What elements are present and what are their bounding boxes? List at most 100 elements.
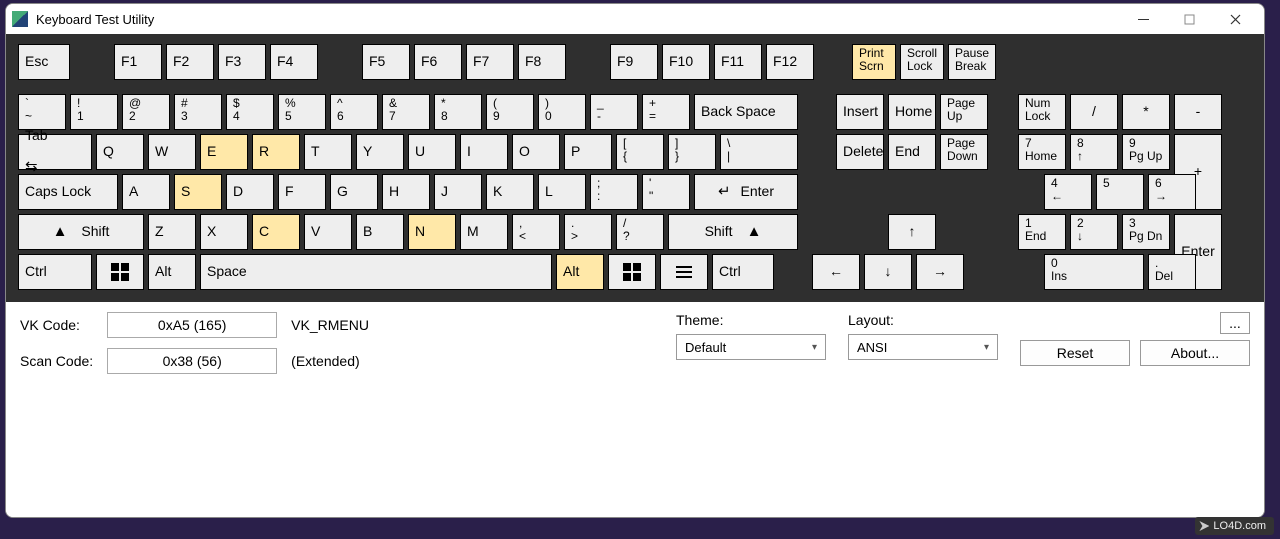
key-w[interactable]: W [148,134,196,170]
key-ctrl-right[interactable]: Ctrl [712,254,774,290]
key-u[interactable]: U [408,134,456,170]
key-print-screen[interactable]: PrintScrn [852,44,896,80]
key-f5[interactable]: F5 [362,44,410,80]
key-2[interactable]: @2 [122,94,170,130]
key-3[interactable]: #3 [174,94,222,130]
key-win-left[interactable] [96,254,144,290]
key-minus[interactable]: _- [590,94,638,130]
key-tab[interactable]: Tab ⇆ [18,134,92,170]
key-arrow-down[interactable]: ↓ [864,254,912,290]
key-f6[interactable]: F6 [414,44,462,80]
key-f3[interactable]: F3 [218,44,266,80]
key-arrow-right[interactable]: → [916,254,964,290]
key-delete[interactable]: Delete [836,134,884,170]
key-slash[interactable]: /? [616,214,664,250]
key-num-7[interactable]: 7Home [1018,134,1066,170]
key-e[interactable]: E [200,134,248,170]
key-shift-right[interactable]: Shift▲ [668,214,798,250]
key-num-9[interactable]: 9Pg Up [1122,134,1170,170]
key-j[interactable]: J [434,174,482,210]
key-f[interactable]: F [278,174,326,210]
key-f7[interactable]: F7 [466,44,514,80]
key-5[interactable]: %5 [278,94,326,130]
key-m[interactable]: M [460,214,508,250]
key-s[interactable]: S [174,174,222,210]
key-arrow-up[interactable]: ↑ [888,214,936,250]
about-button[interactable]: About... [1140,340,1250,366]
key-c[interactable]: C [252,214,300,250]
key-y[interactable]: Y [356,134,404,170]
key-num-0[interactable]: 0Ins [1044,254,1144,290]
theme-select[interactable]: Default ▾ [676,334,826,360]
key-f12[interactable]: F12 [766,44,814,80]
reset-button[interactable]: Reset [1020,340,1130,366]
key-pause-break[interactable]: PauseBreak [948,44,996,80]
close-button[interactable] [1212,5,1258,33]
key-insert[interactable]: Insert [836,94,884,130]
key-enter[interactable]: ↵Enter [694,174,798,210]
key-page-down[interactable]: PageDown [940,134,988,170]
key-z[interactable]: Z [148,214,196,250]
key-backslash[interactable]: \| [720,134,798,170]
key-num-multiply[interactable]: * [1122,94,1170,130]
key-f10[interactable]: F10 [662,44,710,80]
key-f1[interactable]: F1 [114,44,162,80]
key-arrow-left[interactable]: ← [812,254,860,290]
key-backspace[interactable]: Back Space [694,94,798,130]
key-quote[interactable]: '" [642,174,690,210]
more-button[interactable]: ... [1220,312,1250,334]
key-win-right[interactable] [608,254,656,290]
minimize-button[interactable] [1120,5,1166,33]
key-t[interactable]: T [304,134,352,170]
key-f2[interactable]: F2 [166,44,214,80]
key-6[interactable]: ^6 [330,94,378,130]
key-p[interactable]: P [564,134,612,170]
key-num-1[interactable]: 1End [1018,214,1066,250]
key-space[interactable]: Space [200,254,552,290]
key-end[interactable]: End [888,134,936,170]
key-r[interactable]: R [252,134,300,170]
key-num-decimal[interactable]: .Del [1148,254,1196,290]
key-num-6[interactable]: 6→ [1148,174,1196,210]
key-0[interactable]: )0 [538,94,586,130]
key-bracket-right[interactable]: ]} [668,134,716,170]
key-b[interactable]: B [356,214,404,250]
key-grave[interactable]: `~ [18,94,66,130]
key-a[interactable]: A [122,174,170,210]
key-num-subtract[interactable]: - [1174,94,1222,130]
key-alt-left[interactable]: Alt [148,254,196,290]
key-num-divide[interactable]: / [1070,94,1118,130]
key-4[interactable]: $4 [226,94,274,130]
key-equals[interactable]: += [642,94,690,130]
key-o[interactable]: O [512,134,560,170]
key-num-lock[interactable]: NumLock [1018,94,1066,130]
key-scroll-lock[interactable]: ScrollLock [900,44,944,80]
key-1[interactable]: !1 [70,94,118,130]
layout-select[interactable]: ANSI ▾ [848,334,998,360]
key-9[interactable]: (9 [486,94,534,130]
key-num-2[interactable]: 2↓ [1070,214,1118,250]
key-ctrl-left[interactable]: Ctrl [18,254,92,290]
key-home[interactable]: Home [888,94,936,130]
key-f9[interactable]: F9 [610,44,658,80]
key-g[interactable]: G [330,174,378,210]
key-menu[interactable] [660,254,708,290]
key-l[interactable]: L [538,174,586,210]
key-num-4[interactable]: 4← [1044,174,1092,210]
key-n[interactable]: N [408,214,456,250]
key-num-8[interactable]: 8↑ [1070,134,1118,170]
key-f4[interactable]: F4 [270,44,318,80]
key-v[interactable]: V [304,214,352,250]
key-i[interactable]: I [460,134,508,170]
key-comma[interactable]: ,< [512,214,560,250]
key-d[interactable]: D [226,174,274,210]
key-caps-lock[interactable]: Caps Lock [18,174,118,210]
key-q[interactable]: Q [96,134,144,170]
key-num-3[interactable]: 3Pg Dn [1122,214,1170,250]
key-h[interactable]: H [382,174,430,210]
key-f11[interactable]: F11 [714,44,762,80]
key-shift-left[interactable]: ▲Shift [18,214,144,250]
key-esc[interactable]: Esc [18,44,70,80]
key-x[interactable]: X [200,214,248,250]
maximize-button[interactable] [1166,5,1212,33]
